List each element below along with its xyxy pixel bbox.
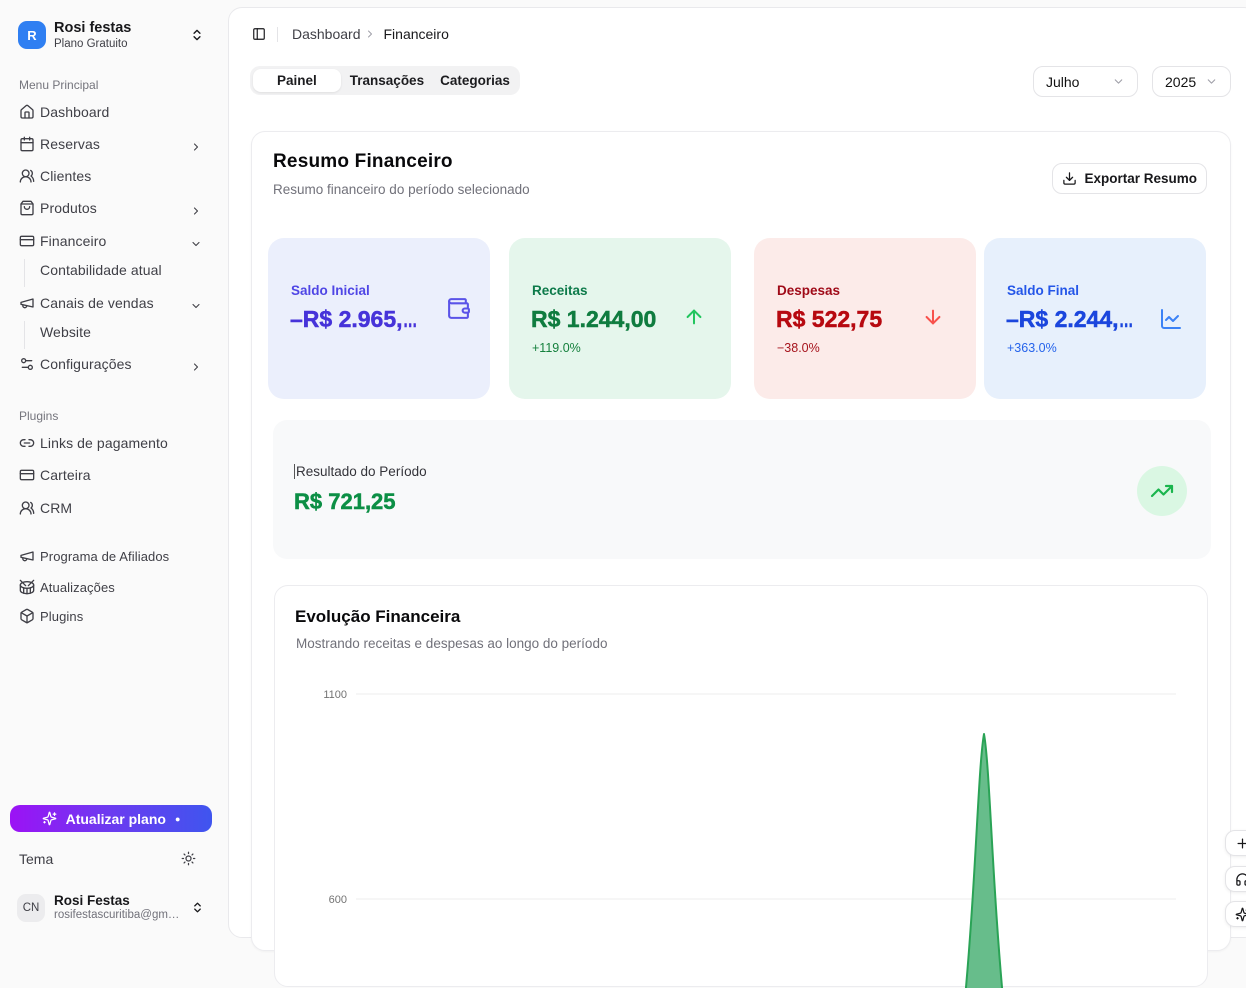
svg-text:600: 600 — [329, 894, 347, 906]
svg-text:1100: 1100 — [323, 689, 347, 701]
